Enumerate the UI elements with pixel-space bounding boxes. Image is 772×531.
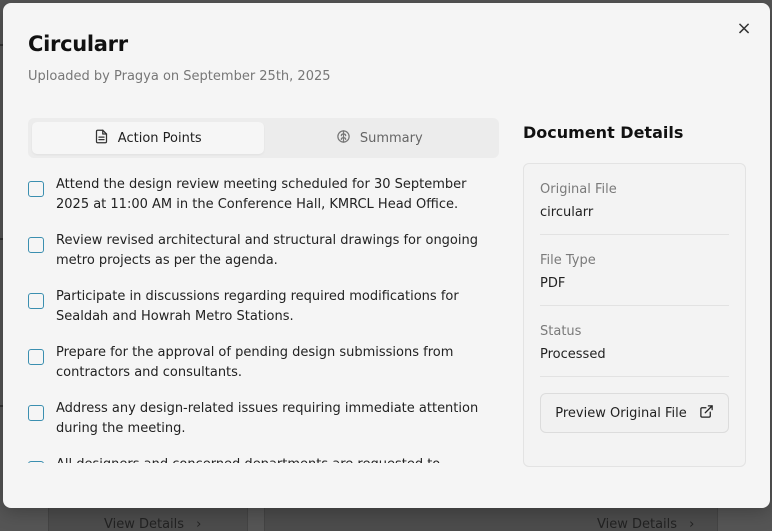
action-checkbox[interactable] <box>28 237 44 253</box>
chevron-right-icon: › <box>689 517 695 531</box>
background-view-details-link: View Details › <box>104 517 202 531</box>
close-icon[interactable]: × <box>734 19 754 39</box>
action-checkbox[interactable] <box>28 181 44 197</box>
tab-label: Summary <box>359 130 423 146</box>
detail-value: circularr <box>540 205 594 220</box>
detail-original-file: Original File circularr <box>540 164 729 235</box>
details-title: Document Details <box>523 123 684 142</box>
action-checkbox[interactable] <box>28 349 44 365</box>
background-view-details-link: View Details › <box>597 517 695 531</box>
preview-original-file-button[interactable]: Preview Original File <box>540 393 729 433</box>
tab-list: Action Points Summary <box>28 118 499 158</box>
brain-icon <box>336 129 351 148</box>
action-text: Participate in discussions regarding req… <box>56 289 459 324</box>
action-text: Attend the design review meeting schedul… <box>56 177 467 212</box>
list-item: Prepare for the approval of pending desi… <box>28 343 488 383</box>
action-text: Review revised architectural and structu… <box>56 233 478 268</box>
detail-value: Processed <box>540 347 606 362</box>
detail-value: PDF <box>540 276 566 291</box>
document-modal: × Circularr Uploaded by Pragya on Septem… <box>3 3 770 508</box>
detail-label: Status <box>540 324 582 339</box>
modal-subtitle: Uploaded by Pragya on September 25th, 20… <box>28 69 331 84</box>
action-points-list: Attend the design review meeting schedul… <box>28 175 488 463</box>
action-checkbox[interactable] <box>28 461 44 463</box>
action-text: Prepare for the approval of pending desi… <box>56 345 454 380</box>
detail-label: Original File <box>540 182 617 197</box>
action-text: Address any design-related issues requir… <box>56 401 479 436</box>
action-text: All designers and concerned departments … <box>56 455 486 463</box>
preview-button-label: Preview Original File <box>555 405 687 421</box>
chevron-right-icon: › <box>196 517 202 531</box>
action-checkbox[interactable] <box>28 405 44 421</box>
detail-status: Status Processed <box>540 306 729 377</box>
tab-label: Action Points <box>117 130 202 146</box>
tab-action-points[interactable]: Action Points <box>32 122 264 154</box>
detail-label: File Type <box>540 253 596 268</box>
list-item: All designers and concerned departments … <box>28 455 488 463</box>
list-item: Attend the design review meeting schedul… <box>28 175 488 215</box>
external-link-icon <box>699 404 714 423</box>
list-item: Participate in discussions regarding req… <box>28 287 488 327</box>
detail-file-type: File Type PDF <box>540 235 729 306</box>
modal-title: Circularr <box>28 32 128 56</box>
file-text-icon <box>94 129 109 148</box>
list-item: Address any design-related issues requir… <box>28 399 488 439</box>
tab-summary[interactable]: Summary <box>264 122 496 154</box>
action-checkbox[interactable] <box>28 293 44 309</box>
document-details-card: Original File circularr File Type PDF St… <box>523 163 746 467</box>
list-item: Review revised architectural and structu… <box>28 231 488 271</box>
